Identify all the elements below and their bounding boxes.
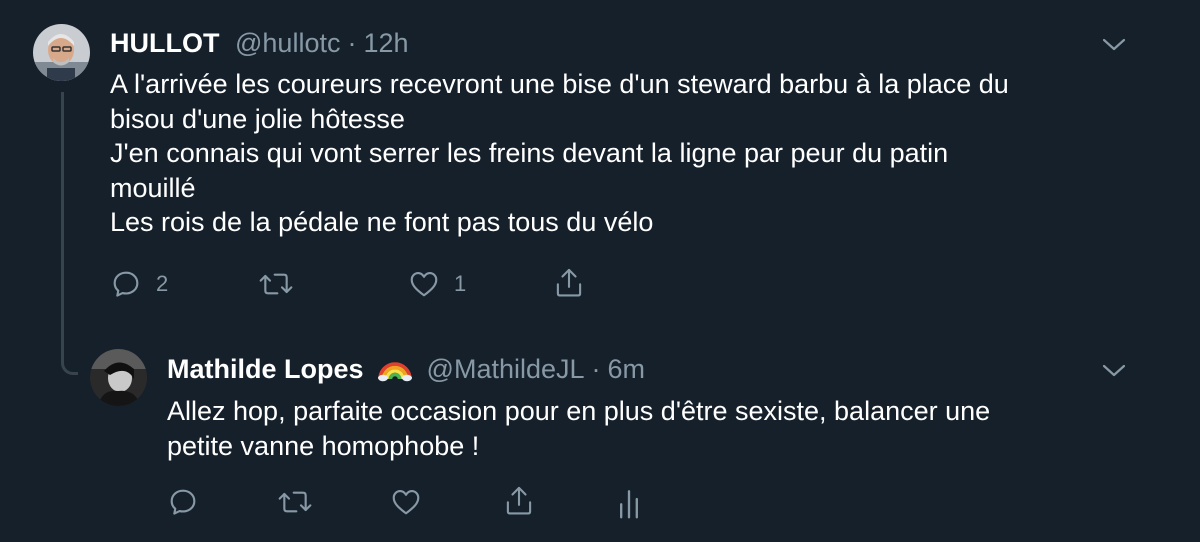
reply-header: Mathilde Lopes @MathildeJL · 6m [167, 352, 645, 386]
tweet-text-line: A l'arrivée les coureurs recevront une b… [110, 69, 1009, 99]
display-name[interactable]: HULLOT [110, 28, 219, 58]
like-count: 1 [454, 271, 467, 296]
reply-button[interactable]: 2 [110, 268, 168, 300]
reply-count: 2 [156, 271, 169, 296]
analytics-button[interactable] [616, 486, 642, 520]
tweet-text-line: Les rois de la pédale ne font pas tous d… [110, 207, 654, 237]
avatar-hullot[interactable] [33, 24, 90, 81]
tweet-text: A l'arrivée les coureurs recevront une b… [110, 67, 1150, 240]
separator-dot: · [591, 354, 601, 384]
heart-icon [392, 490, 420, 515]
tweet-text-line: petite vanne homophobe ! [167, 430, 480, 461]
retweet-icon [278, 491, 312, 513]
chevron-down-icon[interactable] [1100, 360, 1128, 380]
share-icon [556, 268, 582, 297]
tweet-text-line: mouillé [110, 172, 196, 203]
retweet-icon [259, 273, 293, 295]
rainbow-emoji [378, 362, 413, 382]
retweet-button[interactable] [258, 268, 294, 300]
analytics-icon [620, 490, 638, 519]
share-button[interactable] [503, 484, 535, 518]
chevron-down-icon[interactable] [1100, 34, 1128, 54]
user-handle[interactable]: @MathildeJL [427, 354, 585, 384]
reply-icon [113, 271, 139, 297]
like-button[interactable] [390, 486, 422, 518]
tweet-header: HULLOT @hullotc · 12h [110, 26, 409, 60]
like-button[interactable]: 1 [408, 268, 466, 300]
display-name[interactable]: Mathilde Lopes [167, 354, 364, 384]
share-button[interactable] [553, 266, 585, 300]
user-handle[interactable]: @hullotc [235, 28, 340, 58]
tweet-text-line: J'en connais qui vont serrer les freins … [110, 138, 949, 168]
retweet-button[interactable] [277, 486, 313, 518]
heart-icon [410, 272, 438, 297]
tweet-text-line: bisou d'une jolie hôtesse [110, 103, 405, 134]
reply-button[interactable] [167, 486, 199, 518]
share-icon [506, 486, 532, 515]
timestamp[interactable]: 6m [608, 354, 646, 384]
avatar-mathilde[interactable] [90, 349, 147, 406]
timestamp[interactable]: 12h [363, 28, 408, 58]
separator-dot: · [347, 28, 357, 58]
reply-icon [170, 489, 196, 515]
thread-connector-line [61, 92, 78, 375]
timeline: HULLOT @hullotc · 12h A l'arrivée les cour… [0, 0, 1200, 542]
reply-text: Allez hop, parfaite occasion pour en plu… [167, 394, 1200, 463]
tweet-text-line: Allez hop, parfaite occasion pour en plu… [167, 396, 991, 426]
